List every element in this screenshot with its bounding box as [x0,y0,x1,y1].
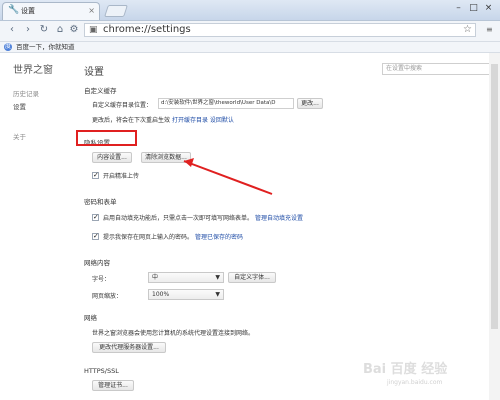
tab-title: 设置 [21,7,35,15]
chevron-down-icon: ▼ [215,291,220,298]
bookmark-baidu[interactable]: 百度一下，你就知道 [16,42,75,52]
chevron-down-icon: ▼ [215,274,220,281]
address-bar: ‹ › ↻ ⌂ ⚙ ▣ chrome://settings ☆ ≡ [0,21,500,42]
title-bar: 🔧 设置 × – □ × [0,0,500,21]
bookmark-bar: 度 百度一下，你就知道 [0,42,500,53]
scrollbar-thumb[interactable] [491,64,498,329]
open-cache-dir-link[interactable]: 打开缓存目录 [172,117,208,124]
autofill-label: 启用自动填充功能后，只需点击一次即可填写网络表单。 [103,215,254,222]
save-password-text: 提示我保存在网页上输入的密码。 管理已保存的密码 [103,232,243,241]
zoom-value: 100% [152,291,170,298]
https-title: HTTPS/SSL [84,367,119,375]
save-password-checkbox[interactable]: ✓ [92,233,99,240]
save-password-label: 提示我保存在网页上输入的密码。 [103,234,194,241]
forward-icon[interactable]: › [22,24,34,36]
star-icon[interactable]: ☆ [463,24,472,36]
settings-shortcut-icon[interactable]: ⚙ [68,24,80,36]
cache-note: 更改后，将会在下次重启生效 打开缓存目录 设回默认 [92,115,234,124]
settings-main: 设置 在设置中搜索 自定义缓存 自定义缓存目录位置： d:\安装软件\世界之窗\… [68,53,500,400]
page-title: 设置 [84,67,104,78]
precise-upload-checkbox[interactable]: ✓ [92,172,99,179]
baidu-icon: 度 [4,43,12,51]
autofill-settings-link[interactable]: 管理自动填充设置 [255,215,303,222]
page-icon: ▣ [89,25,98,35]
change-cache-button[interactable]: 更改... [297,98,323,109]
maximize-button[interactable]: □ [466,2,481,14]
sidebar-item-about[interactable]: 关于 [13,131,26,141]
close-window-button[interactable]: × [481,2,496,14]
sidebar-title: 世界之窗 [13,65,53,76]
content-settings-button[interactable]: 内容设置... [92,152,132,163]
zoom-label: 网页缩放： [92,293,123,300]
manage-certificates-button[interactable]: 管理证书... [92,380,134,391]
custom-cache-title: 自定义缓存 [84,87,117,95]
network-title: 网络 [84,314,97,322]
font-size-select[interactable]: 中 ▼ [148,272,224,283]
url-input[interactable]: ▣ chrome://settings ☆ [84,23,476,37]
font-size-label: 字号： [92,276,111,283]
url-text[interactable]: chrome://settings [103,24,191,36]
customize-fonts-button[interactable]: 自定义字体... [228,272,276,283]
autofill-checkbox[interactable]: ✓ [92,214,99,221]
minimize-button[interactable]: – [451,2,466,14]
reload-icon[interactable]: ↻ [38,24,50,36]
menu-icon[interactable]: ≡ [486,26,494,34]
network-description: 世界之窗浏览器会使用您计算机的系统代理设置连接到网络。 [92,330,255,337]
baidu-watermark-url: jingyan.baidu.com [387,379,443,386]
privacy-title: 隐私设置 [84,139,110,147]
saved-passwords-link[interactable]: 管理已保存的密码 [195,234,243,241]
reset-default-link[interactable]: 设回默认 [210,117,234,124]
font-size-value: 中 [152,274,159,281]
close-tab-icon[interactable]: × [88,3,95,19]
custom-cache-label: 自定义缓存目录位置： [92,102,153,109]
home-icon[interactable]: ⌂ [54,24,66,36]
proxy-settings-button[interactable]: 更改代理服务器设置... [92,342,166,353]
settings-tab[interactable]: 🔧 设置 × [2,2,100,20]
new-tab-button[interactable] [104,5,128,17]
passwords-forms-title: 密码和表单 [84,198,117,206]
cache-path-field[interactable]: d:\安装软件\世界之窗\theworld\User Data\D [158,98,294,109]
precise-upload-label: 开启精准上传 [103,173,140,180]
cache-note-prefix: 更改后，将会在下次重启生效 [92,117,171,124]
settings-search-input[interactable]: 在设置中搜索 [382,63,492,75]
zoom-select[interactable]: 100% ▼ [148,289,224,300]
web-content-title: 网络内容 [84,259,110,267]
sidebar-item-settings[interactable]: 设置 [13,101,26,111]
wrench-icon: 🔧 [8,5,20,15]
sidebar-item-history[interactable]: 历史记录 [13,88,39,98]
back-icon[interactable]: ‹ [6,24,18,36]
clear-browsing-data-button[interactable]: 清除浏览数据... [141,152,191,163]
autofill-text: 启用自动填充功能后，只需点击一次即可填写网络表单。 管理自动填充设置 [103,213,303,222]
settings-sidebar: 世界之窗 历史记录 设置 关于 [0,53,69,400]
